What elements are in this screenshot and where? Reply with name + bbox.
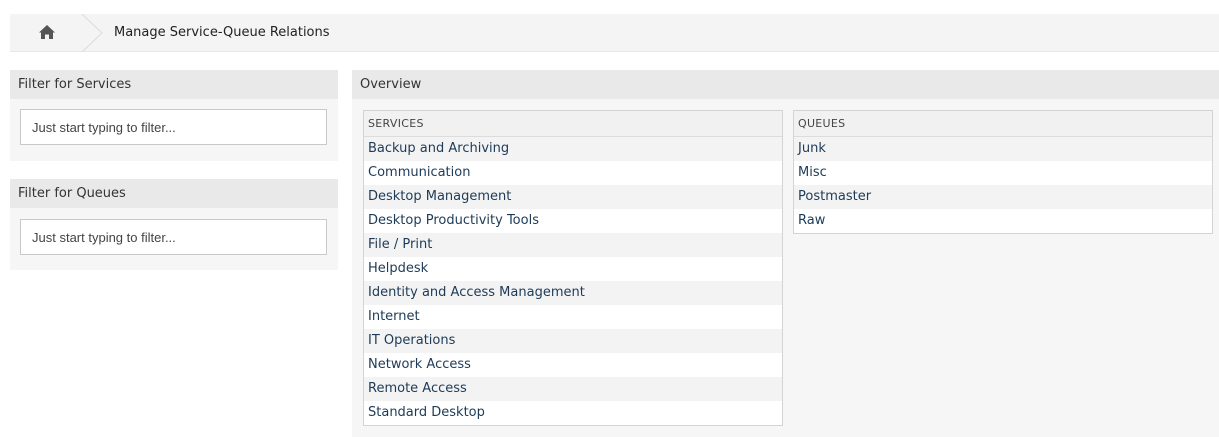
queue-row[interactable]: Raw	[794, 209, 1212, 233]
breadcrumb-separator	[82, 14, 103, 52]
home-icon	[39, 25, 55, 39]
filter-queues-panel	[10, 208, 338, 270]
filter-queues-header: Filter for Queues	[10, 179, 338, 208]
service-row[interactable]: Network Access	[364, 353, 782, 377]
home-link[interactable]	[10, 14, 84, 52]
queue-row[interactable]: Junk	[794, 137, 1212, 161]
filter-services-input[interactable]	[20, 109, 327, 145]
service-row[interactable]: Desktop Management	[364, 185, 782, 209]
service-row[interactable]: IT Operations	[364, 329, 782, 353]
service-row[interactable]: Communication	[364, 161, 782, 185]
service-row[interactable]: Internet	[364, 305, 782, 329]
service-row[interactable]: Backup and Archiving	[364, 137, 782, 161]
filter-services-panel	[10, 99, 338, 161]
page-title: Manage Service-Queue Relations	[114, 25, 330, 40]
service-row[interactable]: Identity and Access Management	[364, 281, 782, 305]
overview-panel: SERVICES Backup and Archiving Communicati…	[352, 99, 1219, 437]
service-row[interactable]: Standard Desktop	[364, 401, 782, 425]
overview-header: Overview	[352, 70, 1219, 99]
service-row[interactable]: Remote Access	[364, 377, 782, 401]
queues-column-header: QUEUES	[794, 111, 1212, 137]
queues-table: QUEUES Junk Misc Postmaster Raw	[793, 110, 1213, 234]
filter-services-header: Filter for Services	[10, 70, 338, 99]
breadcrumb: Manage Service-Queue Relations	[10, 14, 1219, 52]
queue-row[interactable]: Misc	[794, 161, 1212, 185]
services-table: SERVICES Backup and Archiving Communicati…	[363, 110, 783, 426]
queue-row[interactable]: Postmaster	[794, 185, 1212, 209]
service-row[interactable]: Helpdesk	[364, 257, 782, 281]
filter-queues-input[interactable]	[20, 219, 327, 255]
service-row[interactable]: File / Print	[364, 233, 782, 257]
service-row[interactable]: Desktop Productivity Tools	[364, 209, 782, 233]
services-column-header: SERVICES	[364, 111, 782, 137]
